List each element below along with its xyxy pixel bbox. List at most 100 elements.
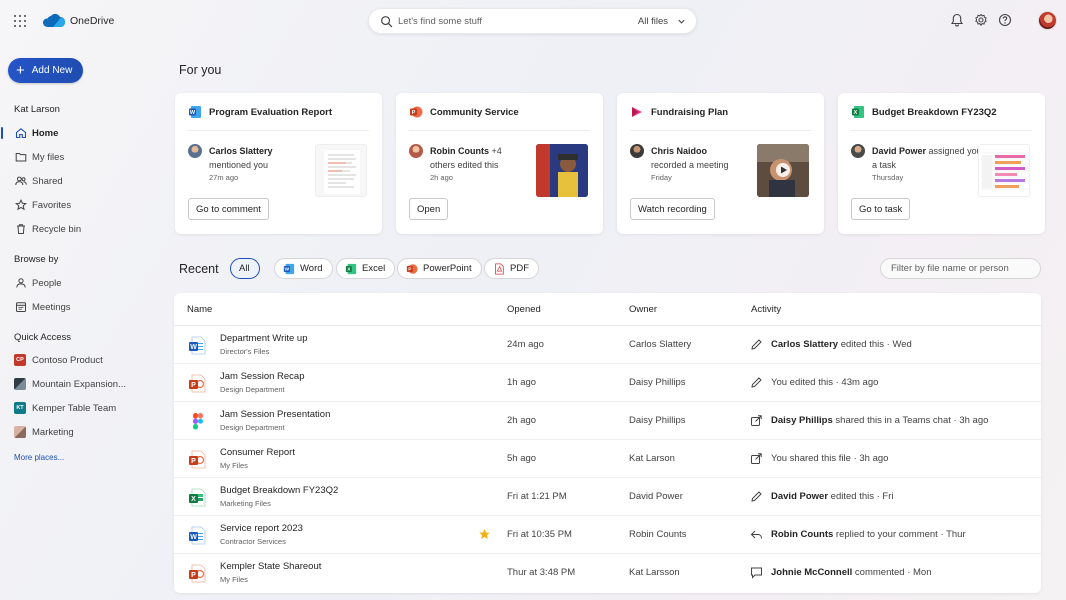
- file-name[interactable]: Consumer Report: [220, 447, 295, 458]
- contoso-product-badge: CP: [14, 354, 26, 366]
- filter-chip-all[interactable]: All: [230, 258, 260, 279]
- activity-text: Carlos Slattery edited this · Wed: [771, 339, 912, 350]
- table-row[interactable]: P Jam Session Recap Design Department 1h…: [174, 364, 1041, 402]
- home-icon: [15, 127, 27, 139]
- table-row[interactable]: Jam Session Presentation Design Departme…: [174, 402, 1041, 440]
- card-title: Fundraising Plan: [651, 107, 729, 118]
- for-you-card-fundraising-plan[interactable]: Fundraising Plan Chris Naidoo recorded a …: [617, 93, 824, 234]
- gear-icon[interactable]: [974, 13, 988, 27]
- watch-recording-button[interactable]: Watch recording: [630, 198, 715, 220]
- opened-time: Fri at 10:35 PM: [507, 529, 572, 540]
- filter-input[interactable]: Filter by file name or person: [880, 258, 1041, 279]
- svg-text:W: W: [190, 534, 197, 541]
- file-name[interactable]: Department Write up: [220, 333, 307, 344]
- sidebar-item-shared[interactable]: Shared: [0, 171, 160, 191]
- bell-icon[interactable]: [950, 13, 964, 27]
- file-name[interactable]: Service report 2023: [220, 523, 303, 534]
- sidebar-item-my-files[interactable]: My files: [0, 147, 160, 167]
- search-input[interactable]: Let's find some stuff: [398, 16, 482, 27]
- sidebar-item-label: Home: [32, 127, 59, 139]
- more-places-link[interactable]: More places...: [14, 453, 64, 462]
- for-you-card-budget-breakdown[interactable]: X Budget Breakdown FY23Q2 David Power as…: [838, 93, 1045, 234]
- activity-text: You shared this file · 3h ago: [771, 453, 889, 464]
- app-launcher-icon[interactable]: [14, 15, 26, 27]
- quick-access-label: Contoso Product: [32, 354, 103, 366]
- column-header-name[interactable]: Name: [187, 304, 212, 315]
- go-to-comment-button[interactable]: Go to comment: [188, 198, 269, 220]
- sidebar-item-label: Shared: [32, 175, 63, 187]
- top-bar: OneDrive Let's find some stuff All files: [0, 0, 1066, 42]
- onedrive-logo-icon[interactable]: [42, 12, 66, 28]
- card-time: 2h ago: [430, 173, 453, 182]
- column-header-owner[interactable]: Owner: [629, 304, 657, 315]
- excel-file-icon: X: [189, 488, 206, 507]
- for-you-heading: For you: [179, 63, 222, 77]
- avatar: [630, 144, 644, 158]
- card-divider: [188, 130, 369, 131]
- table-row[interactable]: P Consumer Report My Files 5h ago Kat La…: [174, 440, 1041, 478]
- sidebar-item-recycle-bin[interactable]: Recycle bin: [0, 219, 160, 239]
- quick-access-item-marketing[interactable]: Marketing: [0, 422, 160, 442]
- sidebar-item-meetings[interactable]: Meetings: [0, 297, 160, 317]
- opened-time: 5h ago: [507, 453, 537, 464]
- avatar: [409, 144, 423, 158]
- search-icon: [381, 16, 393, 28]
- file-name[interactable]: Budget Breakdown FY23Q2: [220, 485, 338, 496]
- help-icon[interactable]: [998, 13, 1012, 27]
- app-brand[interactable]: OneDrive: [70, 15, 114, 27]
- column-header-activity[interactable]: Activity: [751, 304, 781, 315]
- powerpoint-file-icon: P: [189, 450, 206, 469]
- table-row[interactable]: W Department Write up Director's Files 2…: [174, 326, 1041, 364]
- open-button[interactable]: Open: [409, 198, 449, 220]
- activity-text: Robin Counts replied to your comment · T…: [771, 529, 966, 540]
- filter-chip-excel[interactable]: X Excel: [336, 258, 396, 279]
- marketing-thumbnail: [14, 426, 26, 438]
- table-row[interactable]: W Service report 2023 Contractor Service…: [174, 516, 1041, 554]
- column-header-opened[interactable]: Opened: [507, 304, 541, 315]
- pencil-icon: [751, 377, 762, 388]
- go-to-task-button[interactable]: Go to task: [851, 198, 911, 220]
- quick-access-item-mountain-expansion[interactable]: Mountain Expansion...: [0, 374, 160, 394]
- file-location: My Files: [220, 575, 248, 584]
- file-name[interactable]: Jam Session Presentation: [220, 409, 330, 420]
- for-you-card-community-service[interactable]: P Community Service Robin Counts +4 other…: [396, 93, 603, 234]
- sidebar-item-label: Recycle bin: [32, 223, 82, 235]
- file-name[interactable]: Jam Session Recap: [220, 371, 304, 382]
- card-time: Thursday: [872, 173, 904, 182]
- table-row[interactable]: X Budget Breakdown FY23Q2 Marketing File…: [174, 478, 1041, 516]
- card-title: Budget Breakdown FY23Q2: [872, 107, 997, 118]
- search-box[interactable]: Let's find some stuff All files: [368, 8, 697, 34]
- powerpoint-icon: P: [406, 263, 418, 274]
- card-title: Program Evaluation Report: [209, 107, 332, 118]
- activity-text: David Power edited this · Fri: [771, 491, 894, 502]
- for-you-card-program-evaluation-report[interactable]: W Program Evaluation Report Carlos Slatt…: [175, 93, 382, 234]
- spreadsheet-thumbnail: [978, 144, 1030, 197]
- chip-label: All: [239, 263, 250, 274]
- sidebar-item-home[interactable]: Home: [0, 123, 160, 143]
- quick-access-item-kemper-table-team[interactable]: KT Kemper Table Team: [0, 398, 160, 418]
- add-new-button[interactable]: + Add New: [8, 58, 83, 83]
- chevron-down-icon[interactable]: [677, 17, 686, 26]
- add-new-label: Add New: [31, 65, 73, 76]
- file-name[interactable]: Kempler State Shareout: [220, 561, 321, 572]
- video-thumbnail[interactable]: [757, 144, 809, 197]
- search-scope-dropdown[interactable]: All files: [638, 16, 668, 27]
- svg-text:P: P: [408, 266, 411, 271]
- quick-access-label: Kemper Table Team: [32, 402, 117, 414]
- share-icon: [751, 415, 762, 426]
- people-icon: [15, 175, 27, 187]
- filter-chip-pdf[interactable]: PDF: [484, 258, 539, 279]
- person-icon: [15, 277, 27, 289]
- sidebar-item-favorites[interactable]: Favorites: [0, 195, 160, 215]
- quick-access-item-contoso-product[interactable]: CP Contoso Product: [0, 350, 160, 370]
- sidebar-item-people[interactable]: People: [0, 273, 160, 293]
- filter-chip-powerpoint[interactable]: P PowerPoint: [397, 258, 482, 279]
- opened-time: 2h ago: [507, 415, 537, 426]
- user-avatar[interactable]: [1038, 11, 1057, 30]
- quick-access-label: Mountain Expansion...: [32, 378, 127, 390]
- excel-icon: X: [345, 263, 357, 274]
- table-row[interactable]: P Kempler State Shareout My Files Thur a…: [174, 554, 1041, 592]
- filter-chip-word[interactable]: W Word: [274, 258, 333, 279]
- owner-name: Kat Larsson: [629, 567, 680, 578]
- favorite-star-icon[interactable]: [478, 528, 491, 541]
